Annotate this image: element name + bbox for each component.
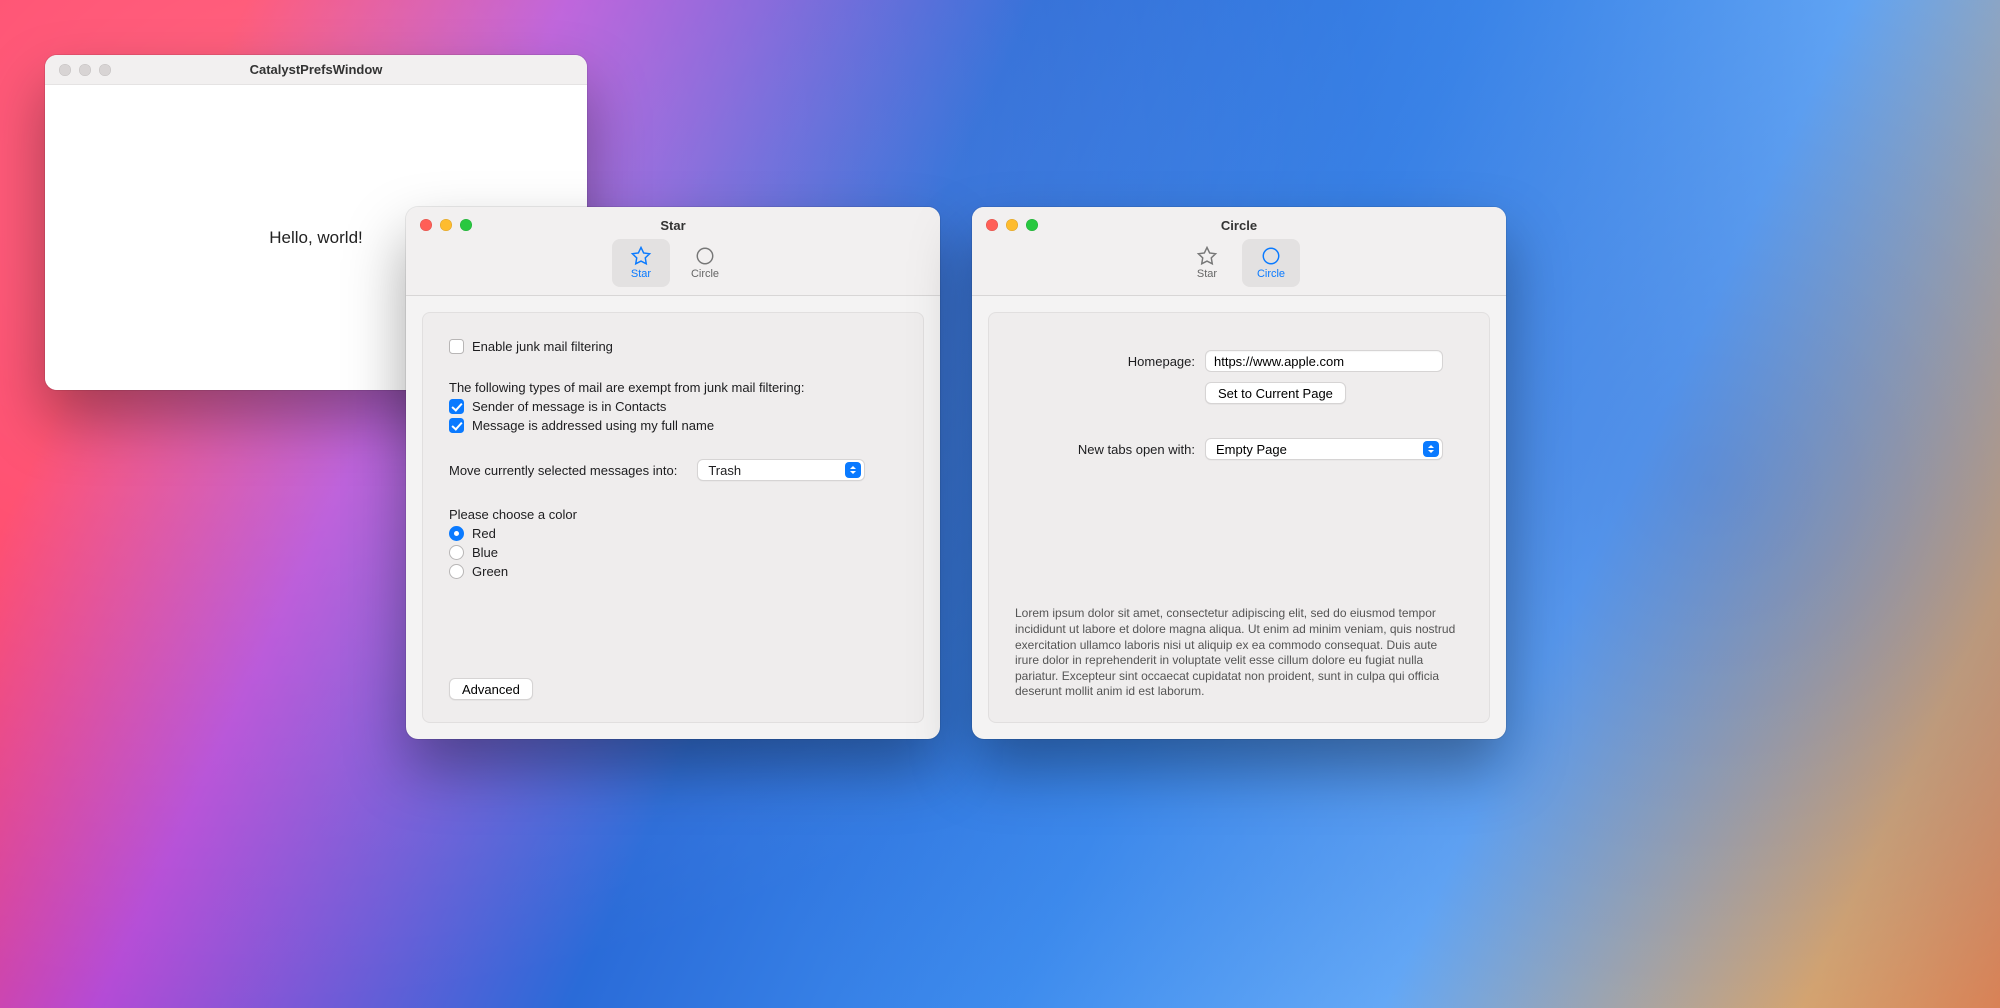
new-tabs-label: New tabs open with:	[1015, 442, 1195, 457]
set-current-page-button[interactable]: Set to Current Page	[1205, 382, 1346, 404]
full-name-label: Message is addressed using my full name	[472, 418, 714, 433]
color-red-radio[interactable]	[449, 526, 464, 541]
sender-contacts-label: Sender of message is in Contacts	[472, 399, 666, 414]
color-blue-radio[interactable]	[449, 545, 464, 560]
enable-junk-label: Enable junk mail filtering	[472, 339, 613, 354]
circle-icon	[694, 246, 716, 266]
color-green-radio[interactable]	[449, 564, 464, 579]
titlebar: Star Star Circle	[406, 207, 940, 296]
lorem-text: Lorem ipsum dolor sit amet, consectetur …	[1015, 606, 1463, 700]
color-green-label: Green	[472, 564, 508, 579]
color-red-label: Red	[472, 526, 496, 541]
star-icon	[630, 246, 652, 266]
tab-star[interactable]: Star	[1178, 239, 1236, 287]
tab-star[interactable]: Star	[612, 239, 670, 287]
circle-icon	[1260, 246, 1282, 266]
titlebar: CatalystPrefsWindow	[45, 55, 587, 85]
tab-circle[interactable]: Circle	[1242, 239, 1300, 287]
tab-star-label: Star	[1197, 269, 1217, 280]
star-icon	[1196, 246, 1218, 266]
choose-color-heading: Please choose a color	[449, 507, 897, 522]
enable-junk-checkbox[interactable]	[449, 339, 464, 354]
star-prefs-window: Star Star Circle Enable junk mail filter…	[406, 207, 940, 739]
chevron-updown-icon	[845, 462, 861, 478]
advanced-button-label: Advanced	[462, 682, 520, 697]
move-into-select[interactable]: Trash	[697, 459, 865, 481]
window-title: Circle	[972, 218, 1506, 233]
chevron-updown-icon	[1423, 441, 1439, 457]
tab-circle[interactable]: Circle	[676, 239, 734, 287]
exempt-heading: The following types of mail are exempt f…	[449, 380, 897, 395]
full-name-checkbox[interactable]	[449, 418, 464, 433]
color-blue-label: Blue	[472, 545, 498, 560]
homepage-label: Homepage:	[1015, 354, 1195, 369]
circle-prefs-window: Circle Star Circle Homepage: Set to Curr…	[972, 207, 1506, 739]
tab-star-label: Star	[631, 269, 651, 280]
new-tabs-select[interactable]: Empty Page	[1205, 438, 1443, 460]
sender-contacts-checkbox[interactable]	[449, 399, 464, 414]
window-title: Star	[406, 218, 940, 233]
titlebar: Circle Star Circle	[972, 207, 1506, 296]
homepage-field[interactable]	[1205, 350, 1443, 372]
move-into-value: Trash	[708, 463, 839, 478]
advanced-button[interactable]: Advanced	[449, 678, 533, 700]
tab-circle-label: Circle	[1257, 269, 1285, 280]
tab-circle-label: Circle	[691, 269, 719, 280]
new-tabs-value: Empty Page	[1216, 442, 1417, 457]
set-current-page-label: Set to Current Page	[1218, 386, 1333, 401]
window-title: CatalystPrefsWindow	[45, 62, 587, 77]
move-into-label: Move currently selected messages into:	[449, 463, 677, 478]
